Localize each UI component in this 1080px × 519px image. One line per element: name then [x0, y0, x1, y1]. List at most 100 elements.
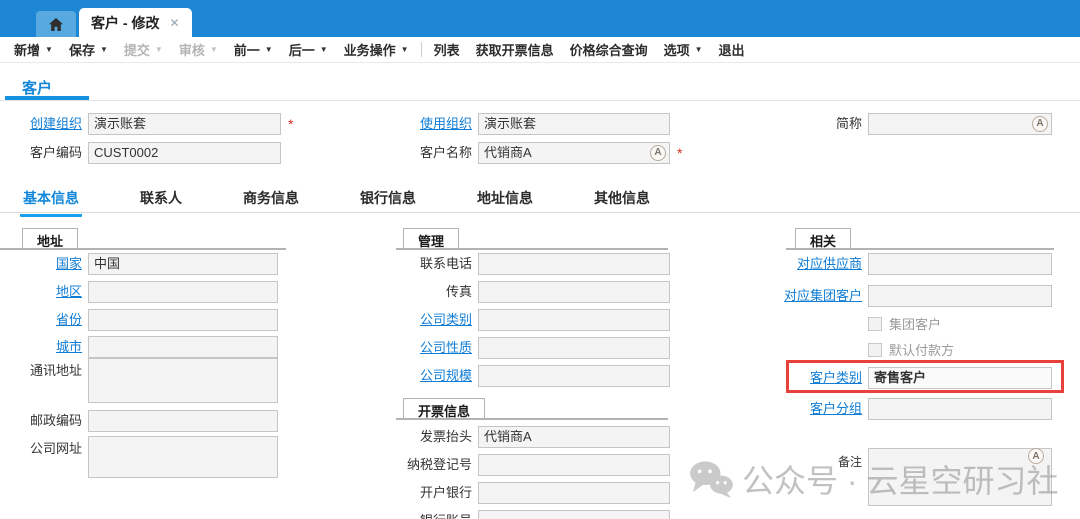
website-input[interactable] [88, 436, 278, 478]
caret-down-icon[interactable]: ▼ [45, 45, 53, 54]
field-company-scale: 公司规模 [396, 365, 670, 387]
customer-group-label[interactable]: 客户分组 [778, 399, 862, 419]
required-marker: * [677, 145, 682, 161]
customer-category-input[interactable]: 寄售客户 [868, 367, 1052, 389]
save-button[interactable]: 保存▼ [61, 40, 116, 59]
caret-down-icon: ▼ [155, 45, 163, 54]
use-org-input[interactable]: 演示账套 [478, 113, 670, 135]
checkbox-default-payer[interactable]: 默认付款方 [868, 340, 954, 359]
company-scale-input[interactable] [478, 365, 670, 387]
invoice-title-label: 发票抬头 [396, 427, 472, 447]
auto-translate-icon[interactable]: A [650, 145, 666, 161]
field-short-name: 简称 A [778, 113, 1052, 135]
business-operations-button[interactable]: 业务操作▼ [336, 40, 417, 59]
title-divider [0, 100, 1080, 101]
tax-reg-no-label: 纳税登记号 [396, 455, 472, 475]
company-scale-label[interactable]: 公司规模 [396, 366, 472, 386]
company-nature-input[interactable] [478, 337, 670, 359]
field-website: 公司网址 [0, 436, 278, 478]
company-nature-label[interactable]: 公司性质 [396, 338, 472, 358]
field-postal-code: 邮政编码 [0, 410, 278, 432]
submit-button[interactable]: 提交▼ [116, 40, 171, 59]
country-input[interactable]: 中国 [88, 253, 278, 275]
exit-button[interactable]: 退出 [711, 40, 753, 59]
customer-group-input[interactable] [868, 398, 1052, 420]
home-tab[interactable] [36, 11, 76, 37]
remark-input[interactable] [868, 448, 1052, 506]
company-category-label[interactable]: 公司类别 [396, 310, 472, 330]
customer-code-input[interactable]: CUST0002 [88, 142, 281, 164]
bank-account-input[interactable] [478, 510, 670, 519]
list-button[interactable]: 列表 [426, 40, 468, 59]
caret-down-icon[interactable]: ▼ [401, 45, 409, 54]
previous-button[interactable]: 前一▼ [226, 40, 281, 59]
checkbox-group-customer-label: 集团客户 [889, 314, 941, 333]
checkbox-icon[interactable] [868, 343, 882, 357]
tab-title: 客户 - 修改 [91, 13, 159, 33]
use-org-label[interactable]: 使用组织 [396, 114, 472, 134]
section-related: 相关 [795, 228, 851, 249]
new-button[interactable]: 新增▼ [6, 40, 61, 59]
customer-category-label[interactable]: 客户类别 [778, 368, 862, 388]
field-customer-group: 客户分组 [778, 398, 1052, 420]
city-input[interactable] [88, 336, 278, 358]
company-category-input[interactable] [478, 309, 670, 331]
create-org-input[interactable]: 演示账套 [88, 113, 281, 135]
remark-label: 备注 [778, 452, 862, 472]
bank-input[interactable] [478, 482, 670, 504]
field-comm-address: 通讯地址 [0, 358, 278, 403]
postal-code-input[interactable] [88, 410, 278, 432]
tabs-divider [0, 212, 1080, 213]
tab-customer-modify[interactable]: 客户 - 修改 ✕ [79, 8, 192, 37]
country-label[interactable]: 国家 [0, 254, 82, 274]
customer-name-input[interactable]: 代销商A A [478, 142, 670, 164]
get-invoice-info-button[interactable]: 获取开票信息 [468, 40, 562, 59]
checkbox-group-customer[interactable]: 集团客户 [868, 314, 941, 333]
price-query-button[interactable]: 价格综合查询 [562, 40, 656, 59]
field-group-customer-ref: 对应集团客户 [778, 285, 1052, 307]
group-customer-ref-label[interactable]: 对应集团客户 [778, 286, 862, 306]
phone-input[interactable] [478, 253, 670, 275]
fax-input[interactable] [478, 281, 670, 303]
group-customer-ref-input[interactable] [868, 285, 1052, 307]
province-input[interactable] [88, 309, 278, 331]
field-fax: 传真 [396, 281, 670, 303]
next-button[interactable]: 后一▼ [281, 40, 336, 59]
options-button[interactable]: 选项▼ [656, 40, 711, 59]
region-label[interactable]: 地区 [0, 282, 82, 302]
tax-reg-no-input[interactable] [478, 454, 670, 476]
auto-translate-icon[interactable]: A [1032, 116, 1048, 132]
audit-button[interactable]: 审核▼ [171, 40, 226, 59]
caret-down-icon[interactable]: ▼ [320, 45, 328, 54]
window-tab-bar: 客户 - 修改 ✕ [0, 0, 1080, 37]
city-label[interactable]: 城市 [0, 337, 82, 357]
comm-address-input[interactable] [88, 358, 278, 403]
field-province: 省份 [0, 309, 278, 331]
create-org-label[interactable]: 创建组织 [0, 114, 82, 134]
caret-down-icon: ▼ [210, 45, 218, 54]
region-input[interactable] [88, 281, 278, 303]
comm-address-label: 通讯地址 [0, 361, 82, 381]
short-name-input[interactable]: A [868, 113, 1052, 135]
caret-down-icon[interactable]: ▼ [695, 45, 703, 54]
checkbox-icon[interactable] [868, 317, 882, 331]
toolbar-separator [421, 42, 422, 57]
invoice-title-input[interactable]: 代销商A [478, 426, 670, 448]
supplier-input[interactable] [868, 253, 1052, 275]
customer-name-label: 客户名称 [396, 143, 472, 163]
supplier-label[interactable]: 对应供应商 [778, 254, 862, 274]
field-customer-category: 客户类别 寄售客户 [778, 367, 1052, 389]
tab-close-icon[interactable]: ✕ [169, 16, 179, 30]
caret-down-icon[interactable]: ▼ [100, 45, 108, 54]
bank-account-label: 银行账号 [396, 511, 472, 519]
province-label[interactable]: 省份 [0, 310, 82, 330]
bank-label: 开户银行 [396, 483, 472, 503]
caret-down-icon[interactable]: ▼ [265, 45, 273, 54]
auto-translate-icon[interactable]: A [1028, 448, 1044, 464]
field-customer-code: 客户编码 CUST0002 [0, 142, 281, 164]
field-phone: 联系电话 [396, 253, 670, 275]
field-country: 国家 中国 [0, 253, 278, 275]
fax-label: 传真 [396, 282, 472, 302]
customer-code-label: 客户编码 [0, 143, 82, 163]
field-company-category: 公司类别 [396, 309, 670, 331]
